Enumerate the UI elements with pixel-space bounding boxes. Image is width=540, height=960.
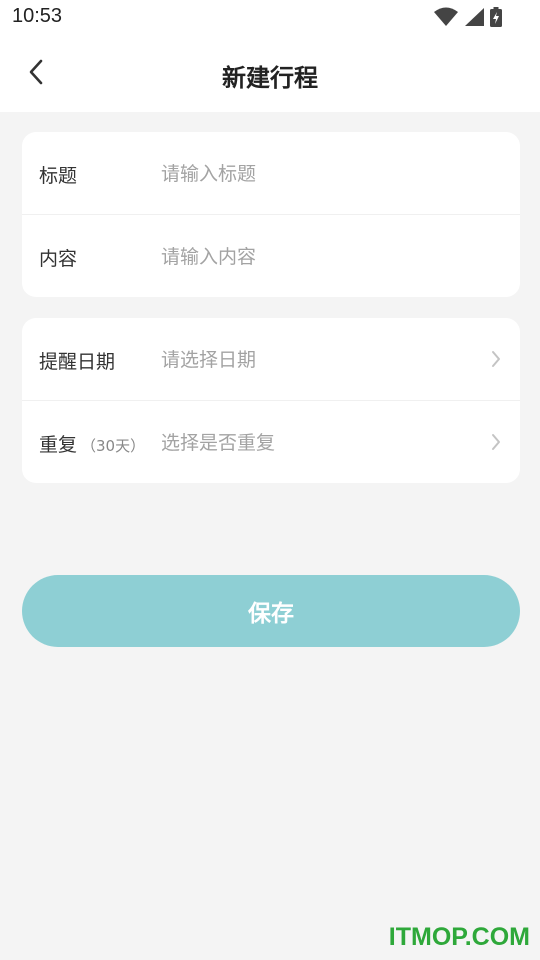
title-input[interactable]: 请输入标题 (161, 159, 256, 186)
signal-icon (464, 7, 484, 31)
content-input[interactable]: 请输入内容 (161, 242, 256, 269)
chevron-right-icon (490, 349, 502, 369)
repeat-note: （30天） (81, 437, 146, 455)
reminder-date-row[interactable]: 提醒日期 请选择日期 (22, 318, 520, 400)
title-row[interactable]: 标题 请输入标题 (22, 132, 520, 214)
reminder-date-label: 提醒日期 (39, 351, 116, 373)
nav-bar: 新建行程 (0, 36, 540, 112)
wifi-icon (434, 7, 458, 31)
repeat-picker[interactable]: 选择是否重复 (161, 428, 275, 455)
repeat-label-text: 重复 (39, 434, 78, 456)
content-row[interactable]: 内容 请输入内容 (22, 214, 520, 296)
battery-charging-icon (490, 7, 502, 31)
reminder-date-picker[interactable]: 请选择日期 (161, 345, 256, 372)
page-title: 新建行程 (222, 64, 318, 92)
chevron-right-icon (490, 432, 502, 452)
status-bar: 10:53 (0, 0, 540, 36)
status-time: 10:53 (12, 5, 63, 27)
content-label: 内容 (39, 248, 78, 270)
repeat-row[interactable]: 重复 （30天） 选择是否重复 (22, 400, 520, 482)
save-button[interactable]: 保存 (22, 575, 520, 647)
schedule-card: 提醒日期 请选择日期 重复 （30天） 选择是否重复 (22, 318, 520, 483)
watermark: ITMOP.COM (388, 923, 530, 951)
title-label: 标题 (39, 165, 78, 187)
status-icons (434, 7, 502, 31)
repeat-label: 重复 （30天） (39, 430, 145, 457)
basic-info-card: 标题 请输入标题 内容 请输入内容 (22, 132, 520, 297)
